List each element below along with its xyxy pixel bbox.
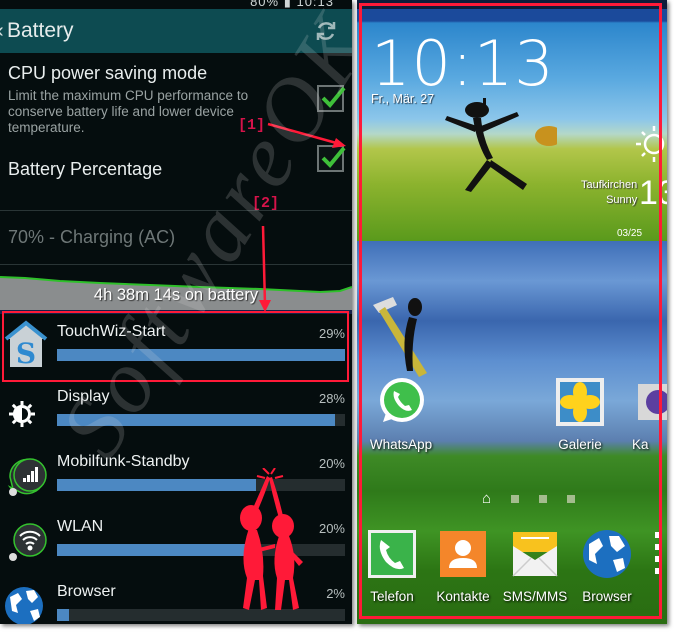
- camera-icon: [638, 384, 667, 420]
- page-dot[interactable]: [567, 494, 576, 503]
- app-label: Ka: [632, 437, 649, 452]
- clock-date: Fr., Mär. 27: [371, 92, 435, 106]
- brightness-icon: [9, 401, 35, 427]
- high-five-figures-illustration: [240, 468, 303, 610]
- annotation-arrows: [259, 122, 346, 312]
- messages-icon: [512, 532, 558, 577]
- battery-settings-screen: 80% ▮ 10:13 ‹ Battery CPU power saving m…: [0, 0, 352, 624]
- usage-bar-fill: [57, 609, 69, 621]
- usage-bar-fill: [57, 544, 256, 556]
- globe-icon: [583, 530, 631, 578]
- app-label: SMS/MMS: [502, 589, 568, 604]
- usage-name: Display: [57, 388, 110, 405]
- app-galerie[interactable]: Galerie: [544, 376, 616, 452]
- usage-item-display[interactable]: Display 28%: [0, 378, 352, 443]
- weather-condition: Sunny: [606, 194, 638, 206]
- cell-signal-icon: [7, 458, 47, 496]
- app-label: Kontakte: [436, 589, 490, 604]
- weather-temperature: 13: [639, 174, 667, 212]
- usage-name: Mobilfunk-Standby: [57, 453, 190, 470]
- usage-bar-fill: [57, 414, 335, 426]
- clock-time[interactable]: 10:13: [371, 27, 555, 100]
- apps-grid-icon[interactable]: [655, 532, 661, 578]
- lockscreen-widget-area: 10:13 Fr., Mär. 27 Taufkirchen Sunny 13 …: [357, 9, 667, 241]
- page-dot[interactable]: [539, 494, 548, 503]
- page-dot[interactable]: [511, 494, 520, 503]
- usage-bar: [57, 414, 345, 426]
- arrow-2: [261, 225, 267, 306]
- app-label: Telefon: [370, 589, 414, 604]
- usage-name: Browser: [57, 583, 116, 600]
- home-page-icon[interactable]: ⌂: [482, 490, 491, 507]
- home-screen: 10:13 Fr., Mär. 27 Taufkirchen Sunny 13 …: [357, 0, 667, 624]
- phone-icon: [368, 530, 416, 578]
- usage-name: WLAN: [57, 518, 104, 535]
- contacts-icon: [440, 531, 486, 577]
- page-indicator: ⌂: [482, 490, 576, 507]
- gallery-icon: [556, 378, 604, 426]
- app-label: Galerie: [558, 437, 602, 452]
- weather-city: Taufkirchen: [581, 179, 638, 191]
- running-figure-illustration: [445, 98, 557, 192]
- app-kamera[interactable]: Ka: [632, 376, 667, 452]
- status-bar: [357, 0, 667, 9]
- usage-percent: 20%: [318, 521, 345, 536]
- usage-percent: 2%: [326, 586, 345, 601]
- globe-icon: [5, 587, 43, 624]
- usage-percent: 28%: [318, 391, 345, 406]
- usage-percent: 20%: [318, 456, 345, 471]
- weather-location: Taufkirchen Sunny: [581, 178, 637, 208]
- whatsapp-icon: [380, 378, 424, 422]
- app-whatsapp[interactable]: WhatsApp: [365, 376, 437, 452]
- dock-telefon[interactable]: Telefon: [357, 528, 428, 604]
- dock-browser[interactable]: Browser: [571, 528, 643, 604]
- app-label: Browser: [582, 589, 632, 604]
- app-label: WhatsApp: [369, 437, 433, 452]
- arrow-1: [267, 122, 341, 146]
- hammer-figure-illustration: [373, 297, 427, 377]
- wifi-icon: [9, 523, 47, 561]
- dock-kontakte[interactable]: Kontakte: [427, 528, 499, 604]
- weather-date: 03/25: [617, 228, 643, 239]
- dock-sms-mms[interactable]: SMS/MMS: [499, 528, 571, 604]
- usage-bar-fill: [57, 479, 256, 491]
- sun-weather-icon: [636, 126, 665, 162]
